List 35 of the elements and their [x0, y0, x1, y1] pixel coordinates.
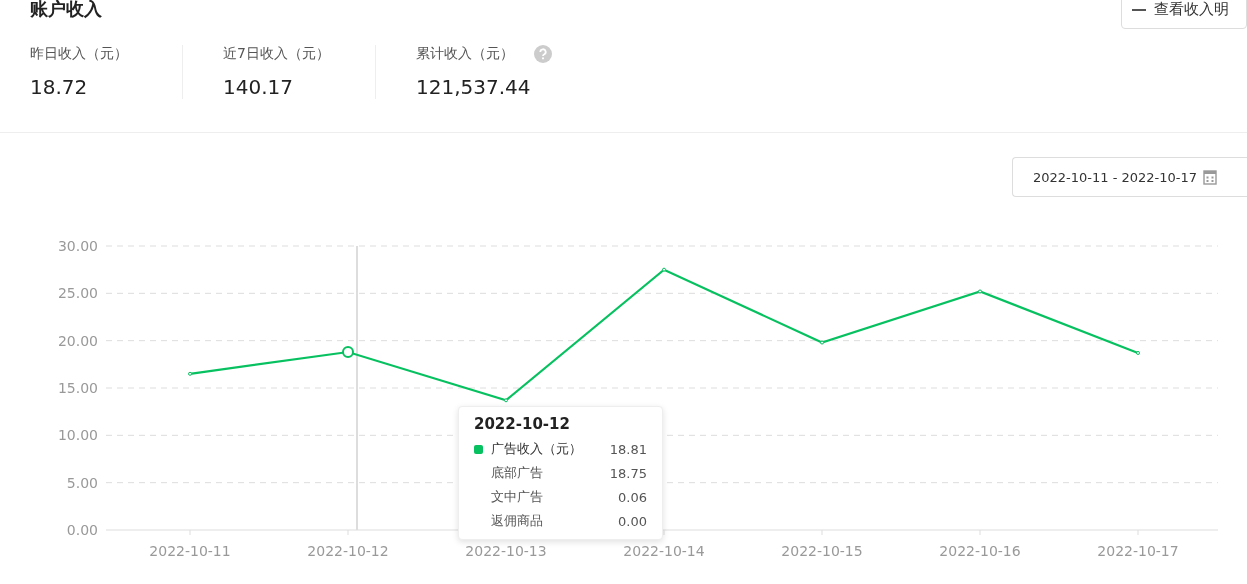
tooltip-label: 文中广告 — [491, 488, 544, 506]
axis-label: 2022-10-17 — [1097, 543, 1179, 559]
tooltip-value: 0.06 — [618, 489, 647, 505]
stat-value: 18.72 — [30, 75, 89, 99]
axis-label: 30.00 — [57, 238, 98, 254]
axis-label: 5.00 — [66, 474, 98, 491]
tooltip-value: 18.81 — [609, 441, 647, 457]
stat-label: 昨日收入（元） — [30, 45, 128, 63]
tooltip-label: 广告收入（元） — [491, 440, 583, 458]
axis-label: 2022-10-15 — [781, 543, 863, 559]
axis-label: 25.00 — [57, 285, 98, 302]
axis-label: 0.00 — [66, 522, 98, 538]
detail-button[interactable]: 查看收入明 — [1121, 0, 1247, 29]
calendar-icon — [1203, 169, 1218, 185]
tooltip-title: 2022-10-12 — [474, 415, 571, 433]
help-icon[interactable] — [534, 45, 552, 63]
axis-label: 15.00 — [57, 380, 98, 396]
axis-label: 2022-10-16 — [939, 543, 1021, 559]
axis-label: 2022-10-12 — [307, 543, 389, 559]
tooltip-value: 18.75 — [609, 465, 647, 481]
stat-label: 累计收入（元） — [416, 45, 514, 63]
stat-value: 121,537.44 — [416, 75, 532, 99]
axis-label: 2022-10-11 — [149, 543, 231, 559]
axis-label: 2022-10-14 — [623, 543, 705, 559]
stat-label: 近7日收入（元） — [223, 45, 330, 63]
legend-marker — [474, 444, 483, 454]
axis-label: 20.00 — [57, 332, 98, 349]
axis-label: 10.00 — [57, 427, 98, 444]
page-title: 账户收入 — [30, 0, 102, 21]
tooltip-value: 0.00 — [618, 513, 647, 529]
tooltip-label: 底部广告 — [491, 464, 544, 482]
tooltip-label: 返佣商品 — [491, 512, 544, 530]
date-range-picker[interactable]: 2022-10-11 - 2022-10-17 — [1012, 157, 1247, 197]
stat-value: 140.17 — [223, 75, 294, 99]
axis-label: 2022-10-13 — [465, 543, 547, 559]
